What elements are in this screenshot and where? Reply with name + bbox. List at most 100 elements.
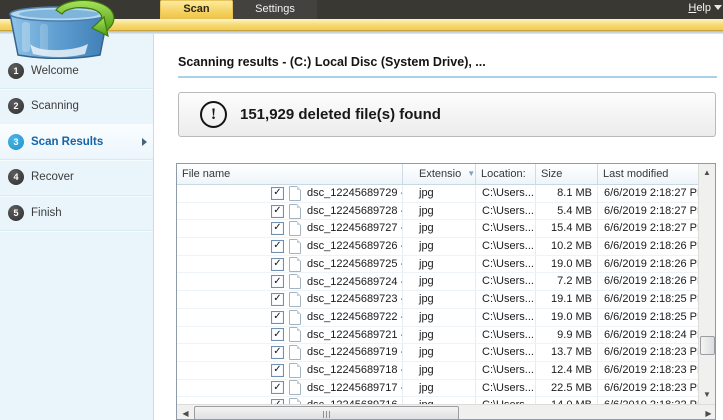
help-menu[interactable]: Help xyxy=(688,2,711,14)
row-checkbox[interactable]: ✓ xyxy=(271,222,284,235)
application-window: Scan Settings Help 1 Welcome 2 Scanning … xyxy=(0,0,723,420)
cell-location: C:\Users... xyxy=(476,380,536,397)
sort-desc-icon: ▼ xyxy=(467,164,475,184)
vertical-scrollbar-thumb[interactable] xyxy=(700,336,715,355)
file-name-text: dsc_12245689718 -... xyxy=(307,362,402,379)
cell-size: 13.7 MB xyxy=(536,344,598,361)
column-header-extension[interactable]: Extensio▼ xyxy=(403,164,476,185)
table-row[interactable]: ✓ dsc_12245689718 -... jpg C:\Users... 1… xyxy=(177,362,700,380)
scroll-right-icon[interactable]: ▶ xyxy=(700,405,716,420)
cell-last-modified: 6/6/2019 2:18:25 PM xyxy=(598,309,700,326)
cell-extension: jpg xyxy=(403,362,476,379)
file-name-text: dsc_12245689723 -... xyxy=(307,291,402,308)
scroll-up-icon[interactable]: ▲ xyxy=(699,164,715,181)
cell-location: C:\Users... xyxy=(476,220,536,237)
cell-extension: jpg xyxy=(403,273,476,290)
cell-last-modified: 6/6/2019 2:18:26 PM xyxy=(598,273,700,290)
cell-last-modified: 6/6/2019 2:18:23 PM xyxy=(598,380,700,397)
file-name-text: dsc_12245689719 -... xyxy=(307,344,402,361)
column-header-location[interactable]: Location: xyxy=(476,164,536,185)
tab-scan[interactable]: Scan xyxy=(160,0,233,19)
cell-size: 7.2 MB xyxy=(536,273,598,290)
step-number-badge: 1 xyxy=(8,63,24,79)
cell-size: 5.4 MB xyxy=(536,203,598,220)
row-checkbox[interactable]: ✓ xyxy=(271,311,284,324)
sidebar-item-finish[interactable]: 5 Finish xyxy=(0,195,153,231)
cell-file-name: ✓ dsc_12245689717 -... xyxy=(177,380,403,397)
sidebar-item-label: Scanning xyxy=(31,100,79,112)
file-name-text: dsc_12245689722 -... xyxy=(307,309,402,326)
horizontal-scrollbar[interactable]: ◀ ▶ xyxy=(177,404,716,420)
cell-location: C:\Users... xyxy=(476,344,536,361)
horizontal-scrollbar-thumb[interactable] xyxy=(194,406,459,420)
recycle-bin-logo-icon xyxy=(0,0,140,59)
row-checkbox[interactable]: ✓ xyxy=(271,328,284,341)
sidebar-item-scanning[interactable]: 2 Scanning xyxy=(0,89,153,125)
cell-last-modified: 6/6/2019 2:18:26 PM xyxy=(598,256,700,273)
cell-extension: jpg xyxy=(403,397,476,404)
table-row[interactable]: ✓ dsc_12245689719 -... jpg C:\Users... 1… xyxy=(177,344,700,362)
scroll-left-icon[interactable]: ◀ xyxy=(177,405,194,420)
file-icon xyxy=(289,204,301,219)
table-row[interactable]: ✓ dsc_12245689725 -... jpg C:\Users... 1… xyxy=(177,256,700,274)
sidebar-item-scan-results[interactable]: 3 Scan Results xyxy=(0,124,153,160)
table-row[interactable]: ✓ dsc_12245689716 -... jpg C:\Users... 1… xyxy=(177,397,700,404)
step-number-badge: 3 xyxy=(8,134,24,150)
table-row[interactable]: ✓ dsc_12245689729 -... jpg C:\Users... 8… xyxy=(177,185,700,203)
cell-last-modified: 6/6/2019 2:18:27 PM xyxy=(598,185,700,202)
column-header-last-modified[interactable]: Last modified xyxy=(598,164,700,185)
file-name-text: dsc_12245689728 -... xyxy=(307,203,402,220)
table-header-row: File name Extensio▼ Location: Size Last … xyxy=(177,164,700,185)
table-row[interactable]: ✓ dsc_12245689727 -... jpg C:\Users... 1… xyxy=(177,220,700,238)
cell-extension: jpg xyxy=(403,327,476,344)
row-checkbox[interactable]: ✓ xyxy=(271,258,284,271)
cell-file-name: ✓ dsc_12245689724 -... xyxy=(177,273,403,290)
cell-extension: jpg xyxy=(403,380,476,397)
table-row[interactable]: ✓ dsc_12245689723 -... jpg C:\Users... 1… xyxy=(177,291,700,309)
row-checkbox[interactable]: ✓ xyxy=(271,381,284,394)
cell-last-modified: 6/6/2019 2:18:23 PM xyxy=(598,362,700,379)
cell-size: 19.0 MB xyxy=(536,256,598,273)
cell-location: C:\Users... xyxy=(476,362,536,379)
cell-last-modified: 6/6/2019 2:18:24 PM xyxy=(598,327,700,344)
cell-size: 19.0 MB xyxy=(536,309,598,326)
file-name-text: dsc_12245689724 -... xyxy=(307,274,402,291)
cell-size: 9.9 MB xyxy=(536,327,598,344)
sidebar-item-recover[interactable]: 4 Recover xyxy=(0,160,153,196)
cell-size: 8.1 MB xyxy=(536,185,598,202)
sidebar-item-label: Recover xyxy=(31,171,74,183)
cell-extension: jpg xyxy=(403,344,476,361)
table-row[interactable]: ✓ dsc_12245689722 -... jpg C:\Users... 1… xyxy=(177,309,700,327)
tab-settings[interactable]: Settings xyxy=(233,0,317,19)
column-header-size[interactable]: Size xyxy=(536,164,598,185)
column-header-file-name[interactable]: File name xyxy=(177,164,403,185)
cell-location: C:\Users... xyxy=(476,291,536,308)
row-checkbox[interactable]: ✓ xyxy=(271,187,284,200)
table-row[interactable]: ✓ dsc_12245689717 -... jpg C:\Users... 2… xyxy=(177,380,700,398)
table-row[interactable]: ✓ dsc_12245689728 -... jpg C:\Users... 5… xyxy=(177,203,700,221)
file-name-text: dsc_12245689725 -... xyxy=(307,256,402,273)
cell-size: 19.1 MB xyxy=(536,291,598,308)
row-checkbox[interactable]: ✓ xyxy=(271,293,284,306)
cell-file-name: ✓ dsc_12245689722 -... xyxy=(177,309,403,326)
table-row[interactable]: ✓ dsc_12245689724 -... jpg C:\Users... 7… xyxy=(177,273,700,291)
table-row[interactable]: ✓ dsc_12245689721 -... jpg C:\Users... 9… xyxy=(177,327,700,345)
file-name-text: dsc_12245689726 -... xyxy=(307,238,402,255)
page-title: Scanning results - (C:) Local Disc (Syst… xyxy=(178,55,486,69)
table-row[interactable]: ✓ dsc_12245689726 -... jpg C:\Users... 1… xyxy=(177,238,700,256)
help-dropdown-icon xyxy=(714,5,722,10)
sidebar-item-label: Welcome xyxy=(31,65,79,77)
vertical-scrollbar[interactable]: ▲ ▼ xyxy=(698,164,715,404)
row-checkbox[interactable]: ✓ xyxy=(271,346,284,359)
row-checkbox[interactable]: ✓ xyxy=(271,205,284,218)
file-icon xyxy=(289,186,301,201)
row-checkbox[interactable]: ✓ xyxy=(271,240,284,253)
results-banner: ! 151,929 deleted file(s) found xyxy=(178,92,716,137)
row-checkbox[interactable]: ✓ xyxy=(271,275,284,288)
cell-file-name: ✓ dsc_12245689725 -... xyxy=(177,256,403,273)
row-checkbox[interactable]: ✓ xyxy=(271,364,284,377)
cell-file-name: ✓ dsc_12245689719 -... xyxy=(177,344,403,361)
wizard-sidebar: 1 Welcome 2 Scanning 3 Scan Results 4 Re… xyxy=(0,34,154,420)
scroll-down-icon[interactable]: ▼ xyxy=(699,386,715,403)
cell-extension: jpg xyxy=(403,185,476,202)
